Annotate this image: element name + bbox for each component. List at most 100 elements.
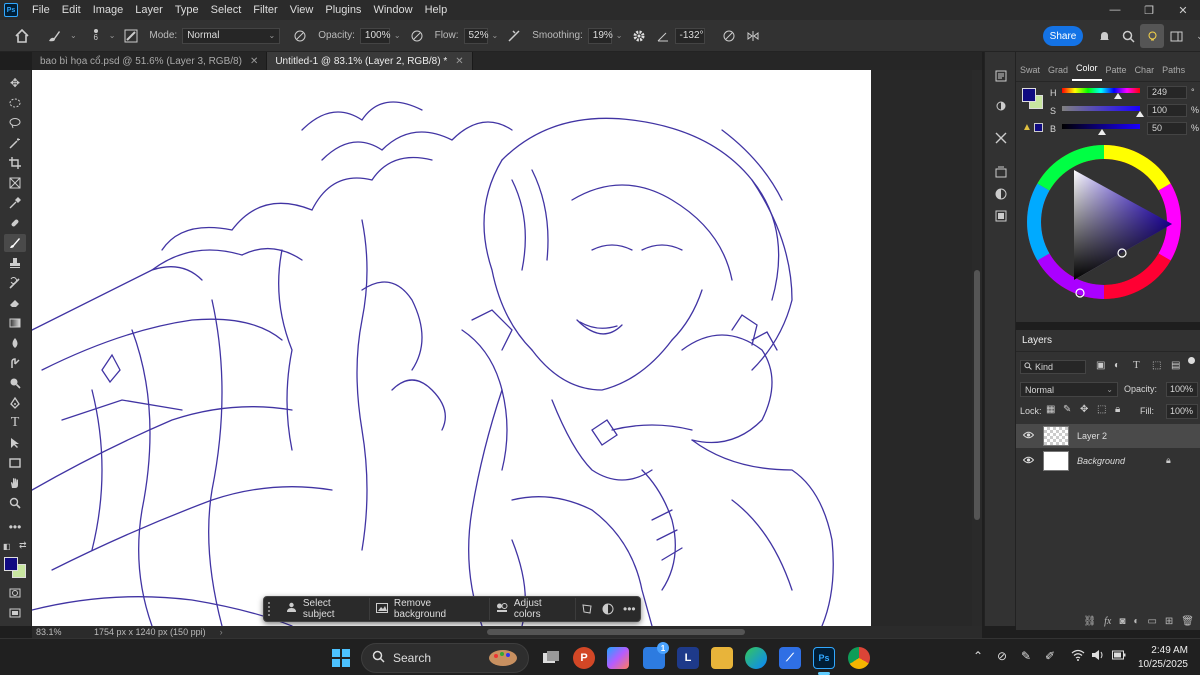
s-slider[interactable] [1062, 106, 1140, 111]
brush-size-picker[interactable]: 6 [87, 29, 105, 42]
healing-brush-tool-icon[interactable] [4, 214, 26, 232]
angle-input[interactable]: -132° [674, 27, 705, 44]
tab-gradients[interactable]: Grad [1044, 65, 1072, 81]
restore-button[interactable]: ❐ [1132, 0, 1166, 20]
workspace-icon[interactable] [1164, 24, 1188, 48]
history-panel-icon[interactable] [991, 66, 1011, 86]
share-button[interactable]: Share [1043, 26, 1083, 46]
filter-type-icon[interactable]: T [1133, 359, 1140, 371]
smudge-tool-icon[interactable] [4, 354, 26, 372]
wifi-icon[interactable] [1071, 649, 1085, 664]
tab-color[interactable]: Color [1072, 63, 1102, 81]
more-tools-icon[interactable]: ••• [4, 518, 26, 536]
scroll-thumb[interactable] [974, 270, 980, 520]
path-selection-tool-icon[interactable] [4, 434, 26, 452]
bell-icon[interactable] [1092, 24, 1116, 48]
smoothing-input[interactable]: 19% [587, 27, 613, 44]
quick-mask-icon[interactable] [4, 584, 26, 602]
new-adjustment-icon[interactable]: ◐ [1133, 616, 1139, 632]
layers-title[interactable]: Layers [1022, 335, 1052, 346]
transform-icon[interactable] [576, 603, 597, 615]
copilot-icon[interactable] [607, 647, 629, 669]
hand-tool-icon[interactable] [4, 474, 26, 492]
tray-app-icon[interactable]: ⊘ [997, 649, 1007, 663]
color-fg-swatch[interactable] [1022, 88, 1036, 102]
chevron-down-icon[interactable]: ⌄ [1188, 24, 1200, 48]
lock-artboard-icon[interactable]: ⬚ [1097, 404, 1106, 415]
battery-icon[interactable] [1112, 649, 1126, 663]
menu-filter[interactable]: Filter [247, 0, 283, 20]
tab-character[interactable]: Char [1131, 65, 1159, 81]
history-brush-tool-icon[interactable] [4, 274, 26, 292]
pressure-size-icon[interactable] [288, 24, 312, 48]
b-slider-thumb[interactable] [1098, 129, 1106, 135]
zoom-level[interactable]: 83.1% [36, 627, 86, 637]
tray-pen-icon[interactable]: ✎ [1021, 649, 1031, 663]
tray-chevron-up-icon[interactable]: ⌃ [973, 649, 983, 663]
s-value-input[interactable]: 100 [1147, 104, 1187, 117]
dodge-tool-icon[interactable] [4, 374, 26, 392]
smoothing-caret-icon[interactable]: ⌄ [616, 31, 623, 40]
menu-plugins[interactable]: Plugins [319, 0, 367, 20]
chrome-icon[interactable] [848, 647, 870, 669]
filter-pixel-icon[interactable]: ▣ [1096, 360, 1105, 371]
menu-type[interactable]: Type [169, 0, 205, 20]
symmetry-icon[interactable] [741, 24, 765, 48]
crop-tool-icon[interactable] [4, 154, 26, 172]
magic-wand-tool-icon[interactable] [4, 134, 26, 152]
color-wheel[interactable] [1024, 142, 1184, 302]
brush-size-caret-icon[interactable]: ⌄ [109, 31, 116, 40]
delete-layer-icon[interactable]: 🗑︎ [1181, 616, 1194, 632]
close-icon[interactable]: ✕ [455, 56, 463, 67]
flow-input[interactable]: 52% [463, 27, 489, 44]
menu-edit[interactable]: Edit [56, 0, 87, 20]
layer-row-layer-2[interactable]: Layer 2 [1016, 424, 1200, 448]
marquee-tool-icon[interactable] [4, 94, 26, 112]
filter-adjustment-icon[interactable]: ◐ [1114, 360, 1120, 371]
volume-icon[interactable] [1091, 649, 1105, 664]
move-tool-icon[interactable]: ✥ [4, 74, 26, 92]
eye-icon[interactable] [1018, 431, 1038, 442]
lock-all-icon[interactable]: 🔒︎ [1115, 404, 1120, 415]
rectangle-tool-icon[interactable] [4, 454, 26, 472]
new-group-icon[interactable]: ▭ [1147, 616, 1156, 632]
remove-background-button[interactable]: Remove background [370, 598, 490, 620]
close-button[interactable]: ✕ [1166, 0, 1200, 20]
powerpoint-icon[interactable]: P [573, 647, 595, 669]
gradient-tool-icon[interactable] [4, 314, 26, 332]
screen-mode-icon[interactable] [4, 604, 26, 622]
fx-icon[interactable]: fx [1104, 616, 1111, 632]
menu-window[interactable]: Window [367, 0, 418, 20]
file-explorer-icon[interactable] [711, 647, 733, 669]
pen-tool-icon[interactable] [4, 394, 26, 412]
airbrush-icon[interactable] [502, 24, 526, 48]
lock-icon[interactable]: 🔒︎ [1166, 455, 1171, 466]
brush-tool-icon[interactable] [4, 234, 26, 252]
menu-file[interactable]: File [26, 0, 56, 20]
task-view-icon[interactable] [540, 647, 562, 669]
frame-tool-icon[interactable] [4, 174, 26, 192]
minimize-button[interactable]: — [1098, 0, 1132, 20]
layer-filter-kind-select[interactable]: Kind [1020, 360, 1086, 374]
microsoft-store-icon[interactable]: 1 [643, 642, 669, 669]
add-mask-icon[interactable]: ◙ [1119, 616, 1125, 632]
close-icon[interactable]: ✕ [250, 56, 258, 67]
opacity-caret-icon[interactable]: ⌄ [394, 31, 401, 40]
clone-stamp-tool-icon[interactable] [4, 254, 26, 272]
menu-select[interactable]: Select [205, 0, 248, 20]
eraser-tool-icon[interactable] [4, 294, 26, 312]
filter-smart-object-icon[interactable]: ▤ [1171, 360, 1180, 371]
layer-name[interactable]: Layer 2 [1077, 431, 1107, 441]
vertical-scrollbar[interactable] [972, 70, 982, 626]
adjust-colors-button[interactable]: Adjust colors [490, 598, 576, 620]
app-l-icon[interactable]: L [677, 647, 699, 669]
menu-layer[interactable]: Layer [129, 0, 169, 20]
s-slider-thumb[interactable] [1136, 111, 1144, 117]
default-colors-icon[interactable]: ◧ [3, 542, 11, 551]
tab-patterns[interactable]: Patte [1102, 65, 1131, 81]
status-chevron-icon[interactable]: › [220, 627, 223, 637]
menu-view[interactable]: View [284, 0, 320, 20]
menu-help[interactable]: Help [419, 0, 454, 20]
windows-start-icon[interactable] [330, 647, 352, 669]
type-tool-icon[interactable]: T [4, 414, 26, 432]
